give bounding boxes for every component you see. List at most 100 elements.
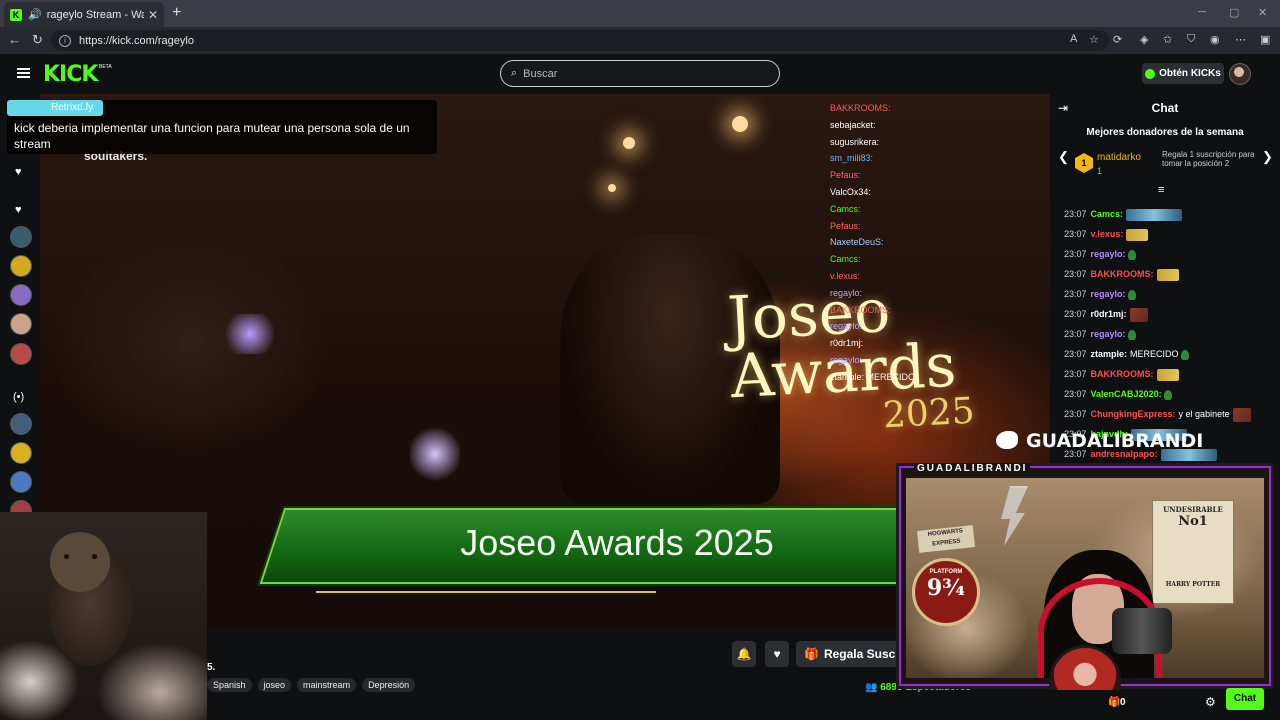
chat-username[interactable]: regaylo: bbox=[1091, 249, 1126, 259]
favorite-star-icon[interactable]: ☆ bbox=[1089, 33, 1099, 46]
speaker-icon[interactable]: 🔊 bbox=[28, 8, 42, 21]
chat-message[interactable]: 23:07 regaylo: bbox=[1064, 324, 1274, 344]
overlay-chat-user: regaylo: bbox=[830, 287, 863, 298]
donor-name[interactable]: matidarko bbox=[1097, 152, 1141, 163]
overlay-chat-user: Pefaus: bbox=[830, 220, 861, 231]
tag[interactable]: joseo bbox=[257, 678, 292, 692]
chat-message[interactable]: 23:07 v.lexus: bbox=[1064, 224, 1274, 244]
overlay-chat-line: regaylo: bbox=[830, 285, 960, 302]
menu-icon[interactable] bbox=[17, 68, 30, 78]
poster-name: HARRY POTTER bbox=[1165, 581, 1221, 588]
site-info-icon[interactable]: i bbox=[59, 34, 71, 47]
following-heart-icon[interactable]: ♥ bbox=[15, 204, 22, 216]
chat-message[interactable]: 23:07 ValenCABJ2020: bbox=[1064, 384, 1274, 404]
donor-cta[interactable]: Regala 1 suscripción para tomar la posic… bbox=[1162, 150, 1262, 168]
favorites-icon[interactable]: ✩ bbox=[1163, 33, 1172, 46]
browser-tab[interactable]: K 🔊 rageylo Stream - Watch Live o ✕ bbox=[4, 2, 164, 27]
browser-tabbar: K 🔊 rageylo Stream - Watch Live o ✕ + ─ … bbox=[0, 0, 1280, 27]
restore-icon[interactable]: ▢ bbox=[1229, 6, 1239, 19]
stage-light bbox=[608, 184, 616, 192]
follow-heart-button[interactable]: ♥ bbox=[765, 641, 789, 667]
chat-username[interactable]: BAKKROOMS: bbox=[1091, 269, 1154, 279]
sidebar-channel-avatar[interactable] bbox=[10, 343, 32, 365]
sidebar-channel-avatar[interactable] bbox=[10, 255, 32, 277]
chat-username[interactable]: v.lexus: bbox=[1091, 229, 1124, 239]
overlay-chat-user: regaylo: bbox=[830, 321, 863, 332]
gift-icon[interactable]: 🎁 bbox=[1108, 697, 1120, 708]
chat-username[interactable]: regaylo: bbox=[1091, 329, 1126, 339]
chat-timestamp: 23:07 bbox=[1064, 349, 1087, 359]
chat-message[interactable]: 23:07 regaylo: bbox=[1064, 244, 1274, 264]
chat-message[interactable]: 23:07 ChungkingExpress: y el gabinete bbox=[1064, 404, 1274, 424]
sidebar-toggle-icon[interactable]: ▣ bbox=[1260, 33, 1270, 46]
reload-icon[interactable]: ↻ bbox=[32, 32, 43, 48]
awards-banner-text: Joseo Awards 2025 bbox=[460, 522, 774, 563]
tag[interactable]: mainstream bbox=[297, 678, 357, 692]
chat-username[interactable]: regaylo: bbox=[1091, 289, 1126, 299]
overlay-chat-user: NaxeteDeuS: bbox=[830, 237, 884, 248]
chat-username[interactable]: Camcs: bbox=[1091, 209, 1124, 219]
chat-username[interactable]: BAKKROOMS: bbox=[1091, 369, 1154, 379]
emote-icon bbox=[1127, 329, 1136, 340]
chevron-left-icon[interactable]: ❮ bbox=[1058, 149, 1069, 165]
chat-message[interactable]: 23:07 BAKKROOMS: bbox=[1064, 264, 1274, 284]
donor-rank-badge: 1 bbox=[1075, 153, 1093, 173]
sidebar-channel-avatar[interactable] bbox=[10, 284, 32, 306]
chat-username[interactable]: ztample: bbox=[1091, 349, 1128, 359]
pinned-message: Retrixd.fy kick deberia implementar una … bbox=[7, 100, 437, 154]
tag[interactable]: Depresión bbox=[362, 678, 416, 692]
notification-bell-button[interactable]: 🔔 bbox=[732, 641, 756, 667]
read-aloud-icon[interactable]: A bbox=[1070, 33, 1077, 45]
gear-icon[interactable]: ⚙ bbox=[1205, 695, 1216, 709]
hogwarts-sign: HOGWARTS EXPRESS bbox=[917, 525, 975, 553]
get-kicks-button[interactable]: Obtén KICKs bbox=[1142, 63, 1224, 84]
gift-sub-button[interactable]: 🎁 Regala Suscripc bbox=[796, 641, 906, 667]
sidebar-channel-avatar[interactable] bbox=[10, 226, 32, 248]
chat-message[interactable]: 23:07 Camcs: bbox=[1064, 204, 1274, 224]
sidebar-channel-avatar[interactable] bbox=[10, 313, 32, 335]
chat-username[interactable]: ChungkingExpress: bbox=[1091, 409, 1176, 419]
chat-message[interactable]: 23:07 ztample: MERECIDO bbox=[1064, 344, 1274, 364]
kick-logo[interactable]: KICK bbox=[43, 62, 98, 87]
browser-toolbar: ← ↻ i https://kick.com/rageylo A ☆ ⟳ ◈ ✩… bbox=[0, 27, 1280, 54]
chat-username[interactable]: r0dr1mj: bbox=[1091, 309, 1127, 319]
back-icon[interactable]: ← bbox=[8, 32, 21, 47]
sidebar-channel-avatar[interactable] bbox=[10, 413, 32, 435]
sidebar-channel-avatar[interactable] bbox=[10, 471, 32, 493]
stage-light bbox=[623, 137, 635, 149]
shield-icon[interactable]: ⛉ bbox=[1187, 33, 1195, 46]
tab-close-icon[interactable]: ✕ bbox=[148, 8, 158, 22]
overlay-chat-line: ValcOx34: bbox=[830, 184, 960, 201]
more-menu-icon[interactable]: ⋯ bbox=[1235, 33, 1246, 46]
user-avatar[interactable] bbox=[1229, 63, 1251, 85]
extension-icon[interactable]: ◈ bbox=[1140, 33, 1148, 46]
overlay-chat-user: sm_mili83: bbox=[830, 153, 874, 164]
address-bar[interactable]: i https://kick.com/rageylo bbox=[51, 30, 1109, 51]
chat-username[interactable]: ValenCABJ2020: bbox=[1091, 389, 1162, 399]
overlay-chat-line: Pefaus: bbox=[830, 167, 960, 184]
overlay-chat-user: sebajacket: bbox=[830, 119, 876, 130]
search-input[interactable]: ⌕ Buscar bbox=[500, 60, 780, 87]
chat-send-button[interactable]: Chat bbox=[1226, 688, 1264, 710]
tag[interactable]: Spanish bbox=[207, 678, 252, 692]
refresh-extension-icon[interactable]: ⟳ bbox=[1113, 33, 1122, 46]
chat-message[interactable]: 23:07 regaylo: bbox=[1064, 284, 1274, 304]
chat-message[interactable]: 23:07 r0dr1mj: bbox=[1064, 304, 1274, 324]
profile-icon[interactable]: ◉ bbox=[1210, 33, 1220, 46]
new-tab-button[interactable]: + bbox=[172, 4, 181, 22]
chat-text: MERECIDO bbox=[1130, 349, 1179, 359]
chat-messages: 23:07 Camcs: 23:07 v.lexus: 23:07 regaylo: 23:… bbox=[1064, 204, 1274, 464]
sidebar-channel-avatar[interactable] bbox=[10, 442, 32, 464]
minimize-icon[interactable]: ─ bbox=[1198, 6, 1206, 18]
gift-sub-label: Regala Suscripc bbox=[823, 647, 906, 661]
filter-icon[interactable]: ≡ bbox=[1158, 184, 1164, 196]
chevron-right-icon[interactable]: ❯ bbox=[1262, 149, 1273, 165]
stage-light bbox=[220, 314, 280, 354]
otter-eye bbox=[92, 554, 97, 559]
stream-title: 5. bbox=[207, 662, 216, 673]
emote-icon bbox=[1163, 389, 1172, 400]
window-close-icon[interactable]: ✕ bbox=[1258, 6, 1267, 19]
chat-timestamp: 23:07 bbox=[1064, 209, 1087, 219]
emote-icon bbox=[1129, 307, 1148, 322]
chat-message[interactable]: 23:07 BAKKROOMS: bbox=[1064, 364, 1274, 384]
